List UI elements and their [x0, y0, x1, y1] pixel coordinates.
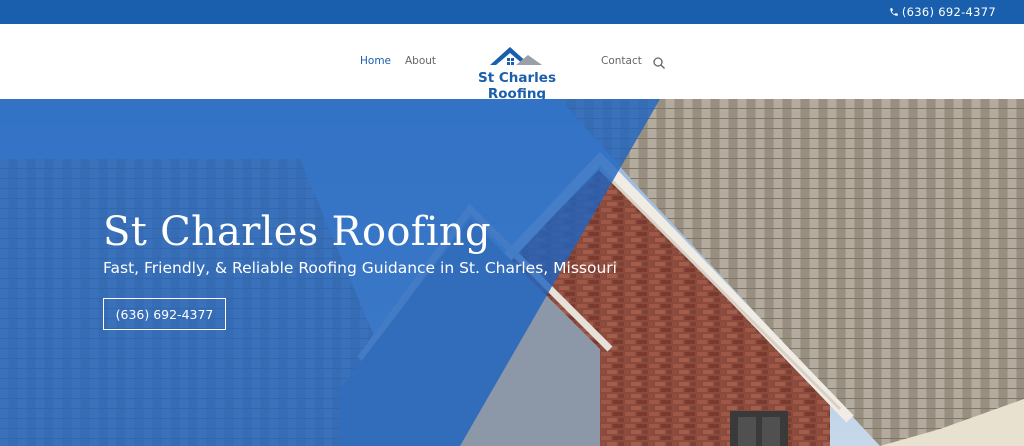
- hero-call-button[interactable]: (636) 692-4377: [103, 298, 226, 330]
- hero-subtitle: Fast, Friendly, & Reliable Roofing Guida…: [103, 259, 617, 277]
- hero-banner: St Charles Roofing Fast, Friendly, & Rel…: [0, 99, 1024, 446]
- top-phone-link[interactable]: (636) 692-4377: [889, 5, 996, 19]
- top-bar: (636) 692-4377: [0, 0, 1024, 24]
- phone-icon: [890, 8, 898, 16]
- site-logo[interactable]: St Charles Roofing: [448, 43, 586, 102]
- house-roof-icon: [490, 47, 542, 65]
- search-icon[interactable]: [652, 56, 666, 70]
- nav-item-home[interactable]: Home: [360, 55, 391, 67]
- nav-item-about[interactable]: About: [405, 55, 436, 67]
- main-navigation: Home About St Charles Roofing Contact: [0, 24, 1024, 102]
- logo-text: St Charles Roofing: [478, 70, 556, 102]
- top-phone-number: (636) 692-4377: [901, 5, 996, 19]
- hero-title: St Charles Roofing: [103, 209, 491, 255]
- nav-item-contact[interactable]: Contact: [601, 55, 642, 67]
